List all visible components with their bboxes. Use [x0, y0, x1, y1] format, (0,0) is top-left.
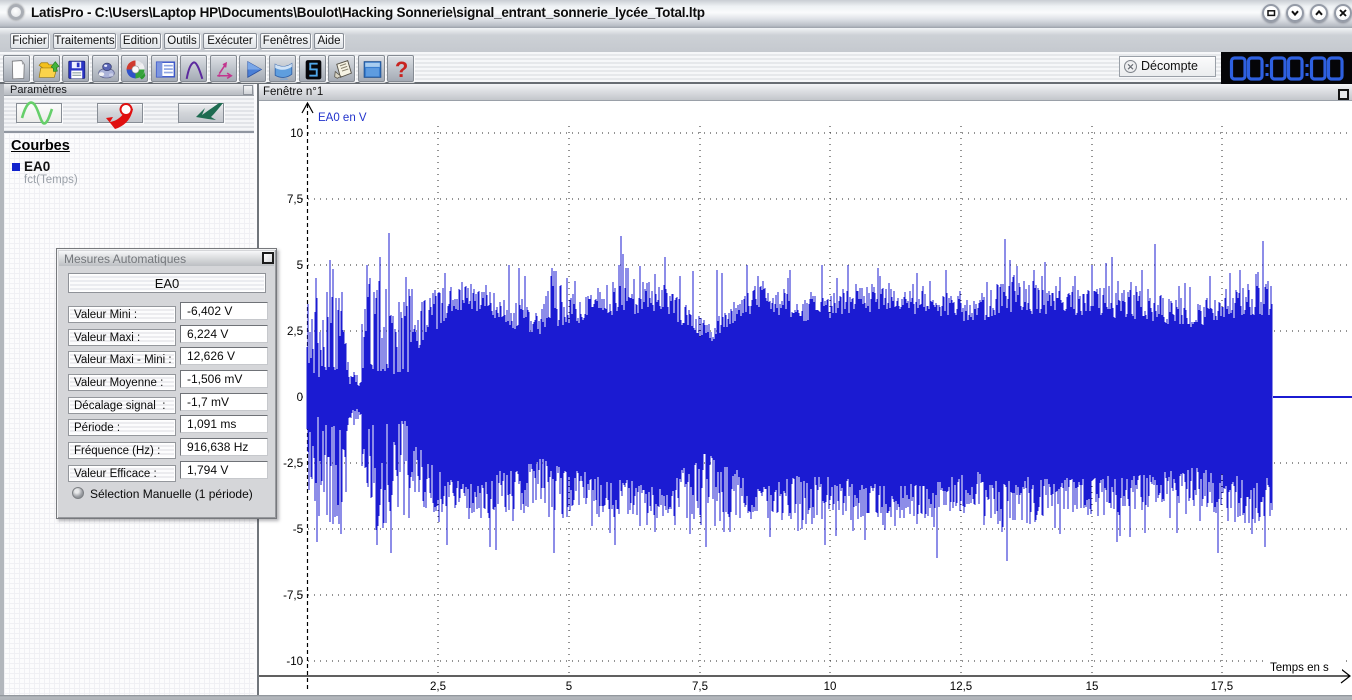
svg-text:-2,5: -2,5: [283, 458, 303, 470]
svg-text:-10: -10: [286, 656, 303, 668]
svg-text:7,5: 7,5: [692, 681, 708, 693]
svg-text:Temps en s: Temps en s: [1270, 662, 1329, 674]
svg-text:-5: -5: [293, 524, 303, 536]
svg-text:-7,5: -7,5: [283, 590, 303, 602]
svg-text:12,5: 12,5: [950, 681, 972, 693]
svg-text:17,5: 17,5: [1211, 681, 1233, 693]
svg-text:10: 10: [290, 128, 303, 140]
svg-text:EA0 en V: EA0 en V: [318, 112, 367, 124]
svg-text:2,5: 2,5: [430, 681, 446, 693]
svg-text:?: ?: [395, 57, 408, 82]
svg-text:7,5: 7,5: [287, 194, 303, 206]
svg-text:5: 5: [297, 260, 303, 272]
svg-text:2,5: 2,5: [287, 326, 303, 338]
svg-text:15: 15: [1086, 681, 1099, 693]
svg-text:10: 10: [824, 681, 837, 693]
svg-text:0: 0: [297, 392, 303, 404]
svg-text:5: 5: [566, 681, 572, 693]
